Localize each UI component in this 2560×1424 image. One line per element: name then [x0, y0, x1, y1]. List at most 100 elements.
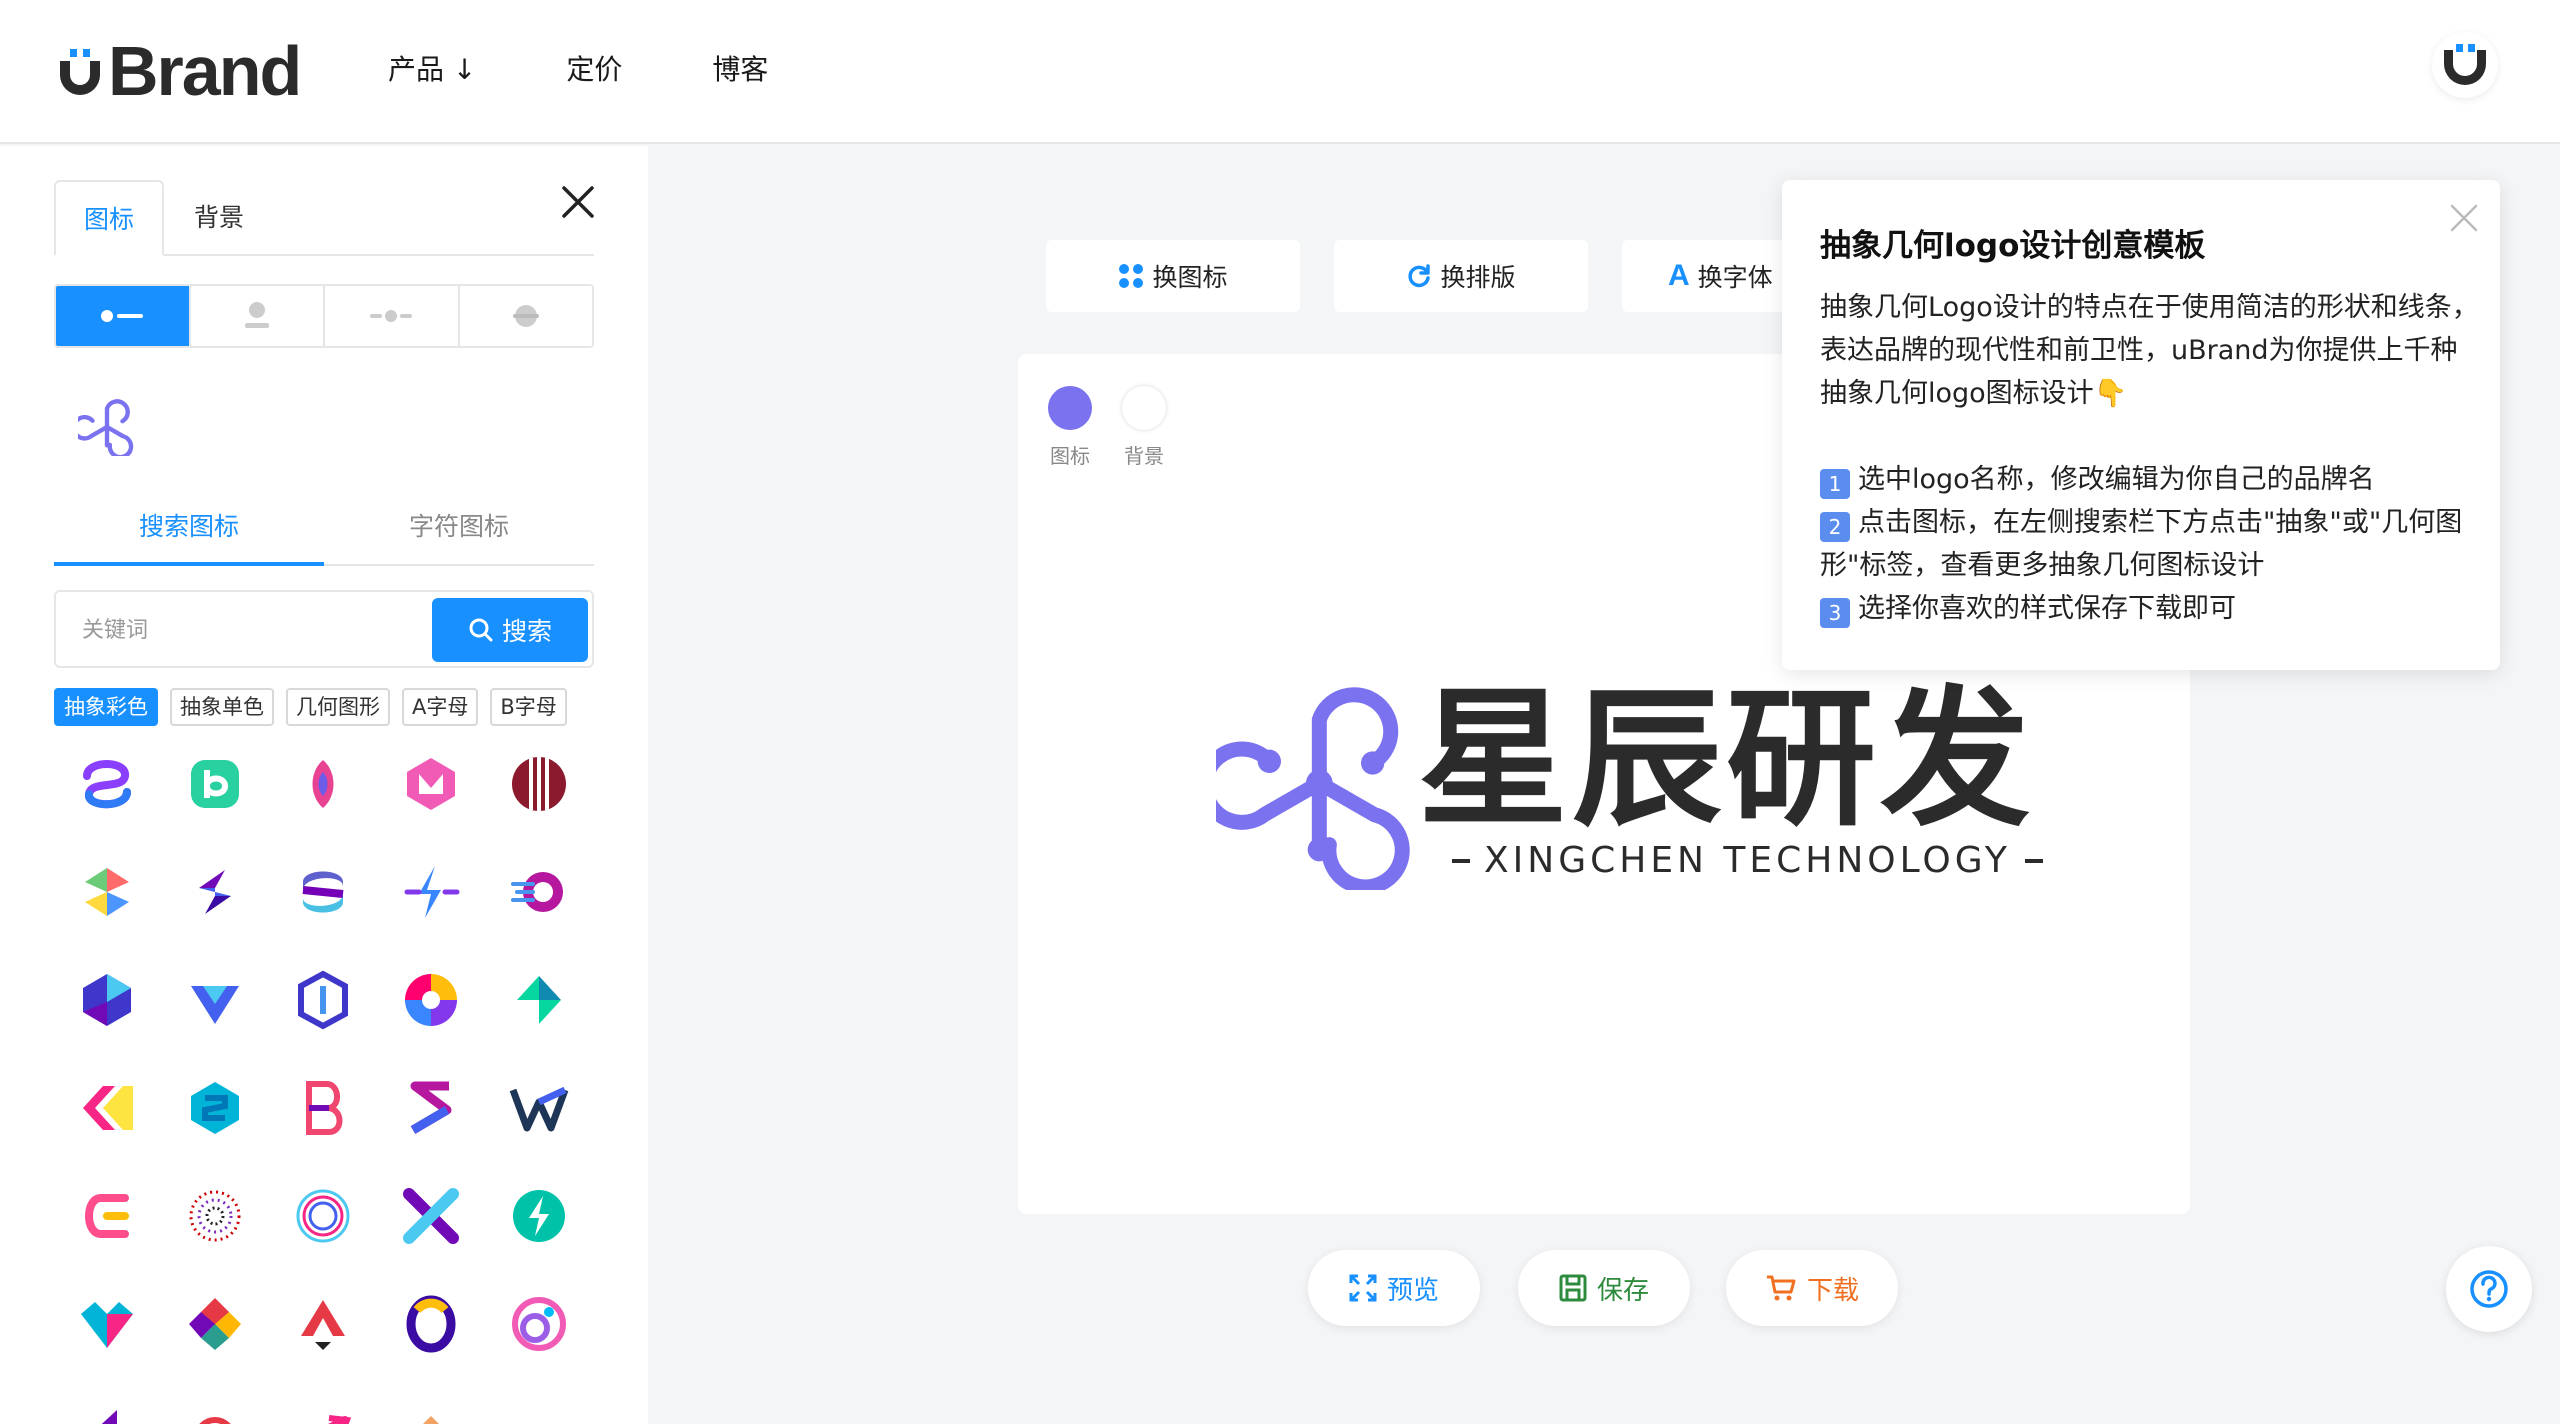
speed-q-icon — [511, 872, 563, 912]
striped-circle-icon — [512, 757, 566, 811]
logo-thumbnail[interactable] — [283, 744, 363, 824]
abstract-swirl-icon — [83, 760, 131, 809]
user-avatar[interactable] — [2432, 32, 2498, 98]
popup-step: 3 选择你喜欢的样式保存下载即可 — [1820, 587, 2480, 630]
change-layout-button[interactable]: 换排版 — [1334, 240, 1588, 312]
change-font-button[interactable]: A 换字体 — [1622, 240, 1782, 312]
ubrand-u-icon — [60, 49, 100, 95]
logo-thumbnail[interactable] — [391, 960, 471, 1040]
popup-intro: 抽象几何Logo设计的特点在于使用简洁的形状和线条，表达品牌的现代性和前卫性，u… — [1820, 292, 2479, 409]
figure-icon — [301, 1300, 345, 1350]
logo-thumbnail[interactable] — [67, 852, 147, 932]
nav-pricing[interactable]: 定价 — [566, 48, 622, 92]
logo-thumbnail[interactable] — [499, 960, 579, 1040]
background-color-swatch[interactable] — [1122, 386, 1166, 430]
logo-thumbnail[interactable] — [499, 852, 579, 932]
popup-close-icon[interactable] — [2448, 202, 2480, 234]
logo-thumbnail[interactable] — [67, 960, 147, 1040]
search-button[interactable]: 搜索 — [432, 598, 588, 662]
petal-circle-icon — [405, 974, 457, 1026]
logo-thumbnail[interactable] — [283, 852, 363, 932]
tag-letter-b[interactable]: B字母 — [490, 688, 567, 726]
font-a-icon: A — [1668, 259, 1690, 292]
icon-color-swatch[interactable] — [1048, 386, 1092, 430]
step-number-1-icon: 1 — [1820, 469, 1850, 499]
help-icon — [2470, 1270, 2508, 1308]
nav-products[interactable]: 产品 ↓ — [388, 48, 476, 92]
logo-thumbnail[interactable] — [175, 1392, 255, 1424]
tag-letter-a[interactable]: A字母 — [402, 688, 479, 726]
layout-icon-left-icon — [101, 310, 144, 322]
logo-thumbnail[interactable] — [67, 744, 147, 824]
logo-thumbnail[interactable] — [67, 1176, 147, 1256]
layout-icon-center[interactable] — [325, 286, 460, 346]
popup-step: 2 点击图标，在左侧搜索栏下方点击"抽象"或"几何图形"标签，查看更多抽象几何图标… — [1820, 501, 2480, 587]
layout-icon-overlay-icon — [510, 305, 541, 327]
change-icon-button[interactable]: 换图标 — [1046, 240, 1300, 312]
logo-thumbnail[interactable] — [175, 1068, 255, 1148]
logo-thumbnail[interactable] — [175, 960, 255, 1040]
tab-search-icon[interactable]: 搜索图标 — [54, 502, 324, 566]
tab-background[interactable]: 背景 — [164, 180, 274, 256]
search-input[interactable] — [82, 606, 442, 654]
step-number-3-icon: 3 — [1820, 598, 1850, 628]
tab-char-icon[interactable]: 字符图标 — [324, 502, 594, 566]
ubrand-logo[interactable]: Brand — [56, 32, 302, 110]
logo-thumbnail[interactable] — [67, 1392, 147, 1424]
brand-subtitle[interactable]: XINGCHEN TECHNOLOGY — [1452, 840, 2043, 881]
layout-icon-center-icon — [370, 310, 413, 322]
logo-thumbnail[interactable] — [283, 1284, 363, 1364]
logo-thumbnail[interactable] — [391, 744, 471, 824]
leaf-gem-icon — [312, 760, 334, 808]
logo-thumbnail[interactable] — [499, 1284, 579, 1364]
hex-s-icon — [191, 1082, 239, 1134]
logo-thumbnail[interactable] — [391, 1284, 471, 1364]
preview-label: 预览 — [1386, 1275, 1439, 1306]
logo-thumbnail[interactable] — [283, 1392, 363, 1424]
layout-icon-top[interactable] — [191, 286, 325, 346]
download-button[interactable]: 下载 — [1726, 1250, 1898, 1326]
w-letter-icon — [509, 1086, 569, 1132]
logo-thumbnail[interactable] — [283, 1176, 363, 1256]
logo-thumbnail[interactable] — [283, 1068, 363, 1148]
logo-thumbnail[interactable] — [175, 1176, 255, 1256]
s-gradient-icon — [410, 1081, 452, 1134]
spark-icon — [404, 866, 460, 918]
logo-thumbnail[interactable] — [391, 1068, 471, 1148]
logo-thumbnail[interactable] — [283, 960, 363, 1040]
partial-icon — [509, 1402, 569, 1424]
preview-button[interactable]: 预览 — [1308, 1250, 1480, 1326]
help-button[interactable] — [2446, 1246, 2532, 1332]
logo-thumbnail[interactable] — [67, 1284, 147, 1364]
popup-step: 1 选中logo名称，修改编辑为你自己的品牌名 — [1820, 458, 2480, 501]
logo-thumbnail[interactable] — [175, 1284, 255, 1364]
save-button[interactable]: 保存 — [1518, 1250, 1690, 1326]
logo-thumbnail[interactable] — [499, 1392, 579, 1424]
brand-logo-icon[interactable] — [1216, 676, 1416, 890]
tag-abstract-color[interactable]: 抽象彩色 — [54, 688, 158, 726]
logo-thumbnail[interactable] — [391, 852, 471, 932]
close-icon[interactable] — [556, 180, 600, 224]
search-tabs: 搜索图标 字符图标 — [54, 502, 594, 566]
tab-icon[interactable]: 图标 — [54, 180, 164, 256]
logo-thumbnail[interactable] — [499, 744, 579, 824]
x-letter-icon — [403, 1188, 459, 1244]
prism-icon — [191, 986, 239, 1024]
brand-name-text[interactable]: 星辰研发 — [1418, 680, 2034, 840]
logo-thumbnail[interactable] — [499, 1176, 579, 1256]
logo-thumbnail[interactable] — [175, 744, 255, 824]
popup-body: 抽象几何Logo设计的特点在于使用简洁的形状和线条，表达品牌的现代性和前卫性，u… — [1820, 286, 2480, 630]
subtitle-dash-right — [2024, 858, 2043, 863]
nav-blog[interactable]: 博客 — [712, 48, 768, 92]
logo-thumbnail[interactable] — [499, 1068, 579, 1148]
tag-geometric[interactable]: 几何图形 — [286, 688, 390, 726]
layout-selector — [54, 284, 594, 348]
current-logo-icon[interactable] — [78, 398, 136, 456]
logo-thumbnail[interactable] — [67, 1068, 147, 1148]
layout-icon-left[interactable] — [56, 286, 191, 346]
layout-icon-overlay[interactable] — [460, 286, 593, 346]
logo-thumbnail[interactable] — [391, 1392, 471, 1424]
logo-thumbnail[interactable] — [391, 1176, 471, 1256]
logo-thumbnail[interactable] — [175, 852, 255, 932]
tag-abstract-mono[interactable]: 抽象单色 — [170, 688, 274, 726]
